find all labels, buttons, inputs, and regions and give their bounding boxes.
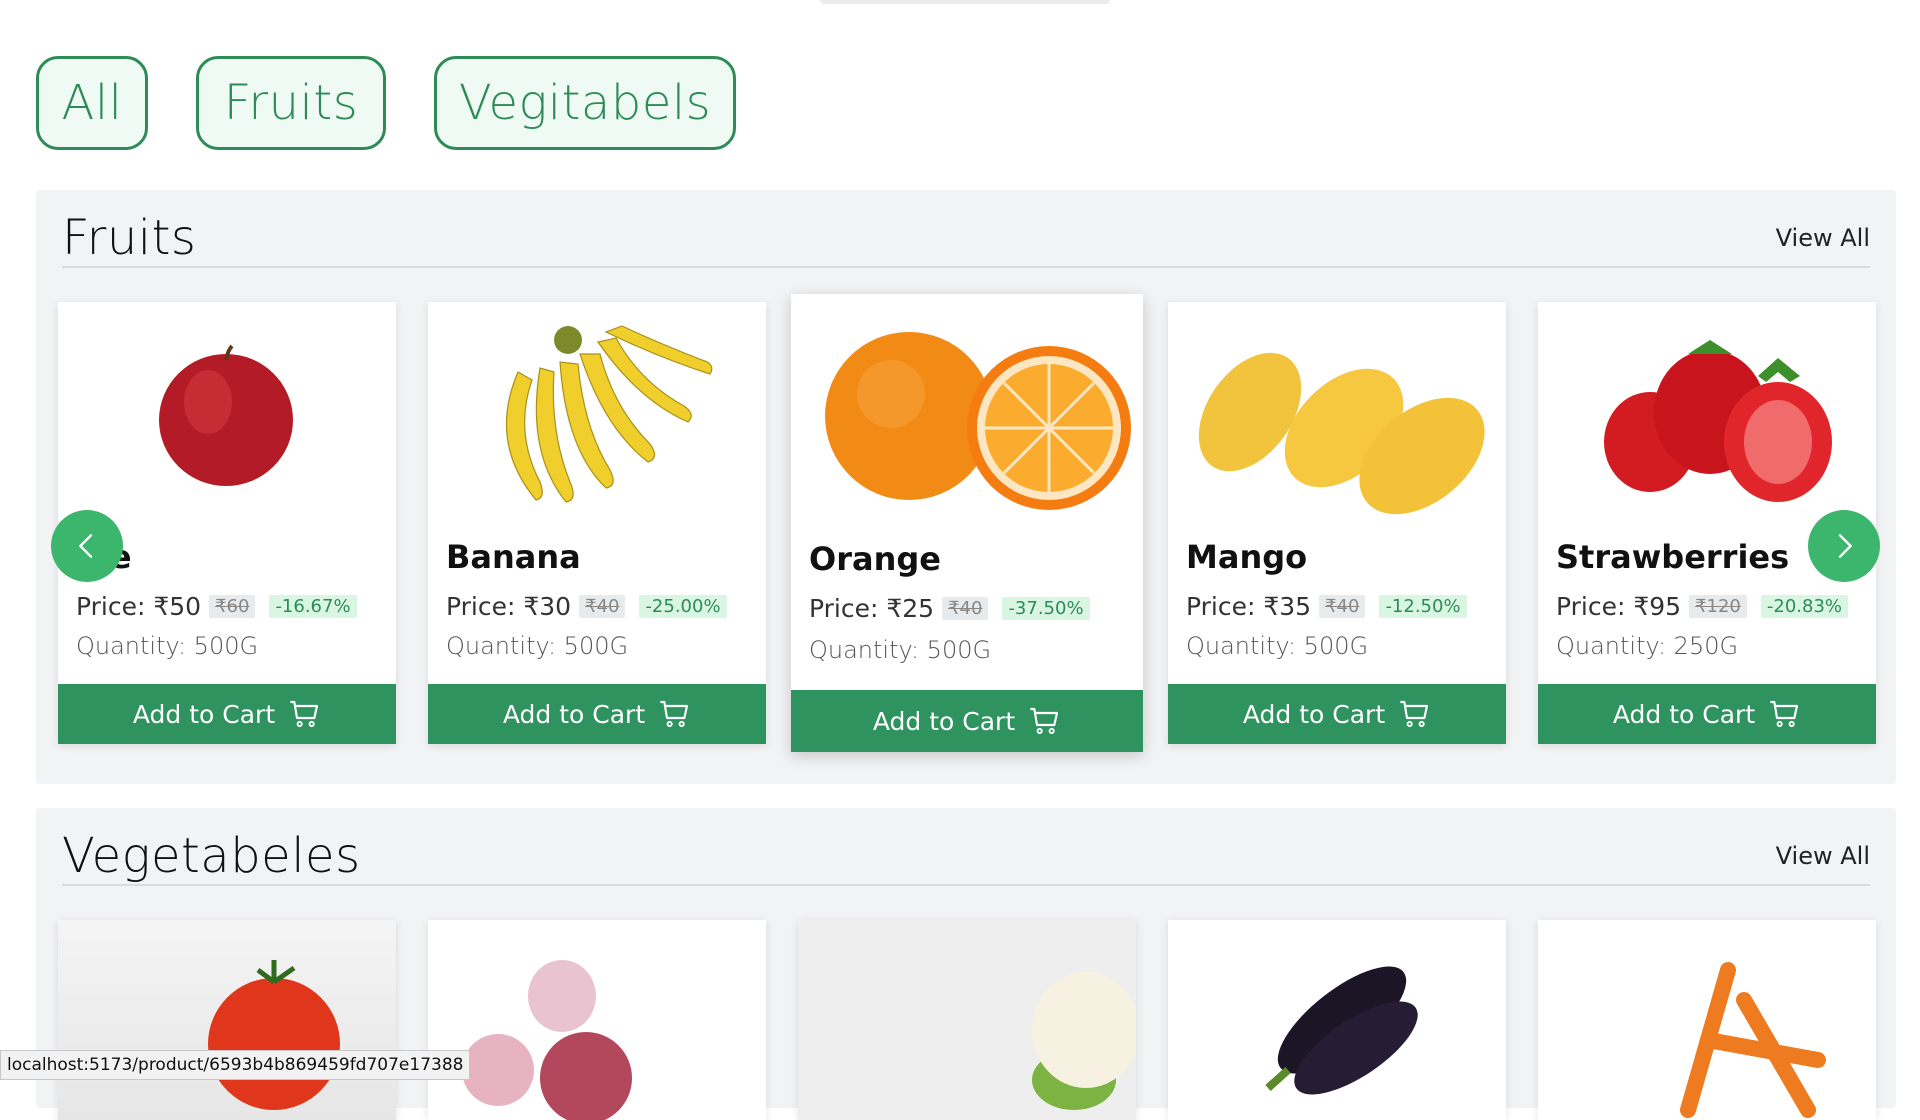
price-row: Price: ₹50 ₹60 -16.67%	[76, 592, 357, 621]
chevron-right-icon	[1838, 534, 1852, 558]
status-bar-url: localhost:5173/product/6593b4b869459fd70…	[0, 1050, 471, 1080]
fruits-section: Fruits View All ple Price: ₹50 ₹60 -16.6…	[36, 190, 1896, 784]
cart-icon	[1030, 707, 1059, 735]
top-search-edge	[820, 0, 1110, 4]
product-name: Mango	[1186, 538, 1308, 576]
section-title: Vegetabeles	[62, 828, 361, 884]
product-quantity: Quantity: 250G	[1556, 632, 1739, 660]
category-filters: All Fruits Vegitabels	[36, 56, 736, 150]
section-title: Fruits	[62, 210, 197, 266]
product-quantity: Quantity: 500G	[76, 632, 259, 660]
add-to-cart-label: Add to Cart	[872, 706, 1016, 736]
product-card[interactable]	[1538, 920, 1876, 1120]
product-mrp: ₹60	[209, 595, 256, 618]
product-image	[428, 302, 766, 520]
carousel-prev-button[interactable]	[51, 510, 123, 582]
discount-badge: -12.50%	[1379, 595, 1467, 618]
filter-all-button[interactable]: All	[36, 56, 148, 150]
add-to-cart-label: Add to Cart	[1612, 699, 1756, 729]
add-to-cart-label: Add to Cart	[502, 699, 646, 729]
product-mrp: ₹120	[1689, 595, 1747, 618]
add-to-cart-button[interactable]: Add to Cart	[791, 690, 1143, 752]
product-image	[1168, 302, 1506, 520]
product-price: Price: ₹30	[446, 592, 572, 621]
product-image	[428, 920, 766, 1120]
product-image	[58, 302, 396, 520]
product-card[interactable]: Banana Price: ₹30 ₹40 -25.00% Quantity: …	[428, 302, 766, 744]
price-row: Price: ₹35 ₹40 -12.50%	[1186, 592, 1467, 621]
product-quantity: Quantity: 500G	[1186, 632, 1369, 660]
product-card[interactable]	[798, 920, 1136, 1120]
product-mrp: ₹40	[942, 597, 989, 620]
price-row: Price: ₹25 ₹40 -37.50%	[809, 594, 1090, 623]
filter-fruits-button[interactable]: Fruits	[196, 56, 386, 150]
product-name: Orange	[809, 540, 941, 578]
discount-badge: -25.00%	[639, 595, 727, 618]
view-all-link[interactable]: View All	[1776, 842, 1870, 870]
chevron-left-icon	[79, 534, 93, 558]
cart-icon	[290, 700, 319, 728]
product-card[interactable]	[1168, 920, 1506, 1120]
product-quantity: Quantity: 500G	[809, 636, 992, 664]
add-to-cart-label: Add to Cart	[1242, 699, 1386, 729]
product-card[interactable]	[58, 920, 396, 1120]
product-name: Banana	[446, 538, 581, 576]
add-to-cart-button[interactable]: Add to Cart	[58, 684, 396, 744]
product-image	[791, 294, 1143, 520]
discount-badge: -16.67%	[269, 595, 357, 618]
product-image	[1538, 302, 1876, 520]
product-card[interactable]: Orange Price: ₹25 ₹40 -37.50% Quantity: …	[791, 294, 1143, 752]
product-price: Price: ₹35	[1186, 592, 1312, 621]
add-to-cart-button[interactable]: Add to Cart	[428, 684, 766, 744]
product-image	[58, 920, 396, 1120]
product-name: Strawberries	[1556, 538, 1790, 576]
product-image	[798, 920, 1136, 1120]
view-all-link[interactable]: View All	[1776, 224, 1870, 252]
product-card[interactable]: Mango Price: ₹35 ₹40 -12.50% Quantity: 5…	[1168, 302, 1506, 744]
fruits-section-header: Fruits View All	[62, 210, 1870, 268]
add-to-cart-button[interactable]: Add to Cart	[1168, 684, 1506, 744]
product-image	[1538, 920, 1876, 1120]
add-to-cart-button[interactable]: Add to Cart	[1538, 684, 1876, 744]
discount-badge: -20.83%	[1760, 595, 1849, 618]
add-to-cart-label: Add to Cart	[132, 699, 276, 729]
discount-badge: -37.50%	[1002, 597, 1090, 620]
vegetables-section-header: Vegetabeles View All	[62, 828, 1870, 886]
price-row: Price: ₹30 ₹40 -25.00%	[446, 592, 727, 621]
product-price: Price: ₹95	[1556, 592, 1682, 621]
cart-icon	[660, 700, 689, 728]
product-card[interactable]	[428, 920, 766, 1120]
filter-vegetables-button[interactable]: Vegitabels	[434, 56, 736, 150]
product-quantity: Quantity: 500G	[446, 632, 629, 660]
carousel-next-button[interactable]	[1808, 510, 1880, 582]
product-mrp: ₹40	[579, 595, 626, 618]
cart-icon	[1770, 700, 1799, 728]
product-mrp: ₹40	[1319, 595, 1366, 618]
price-row: Price: ₹95 ₹120 -20.83%	[1556, 592, 1849, 621]
cart-icon	[1400, 700, 1429, 728]
product-price: Price: ₹25	[809, 594, 935, 623]
product-image	[1168, 920, 1506, 1120]
product-price: Price: ₹50	[76, 592, 202, 621]
